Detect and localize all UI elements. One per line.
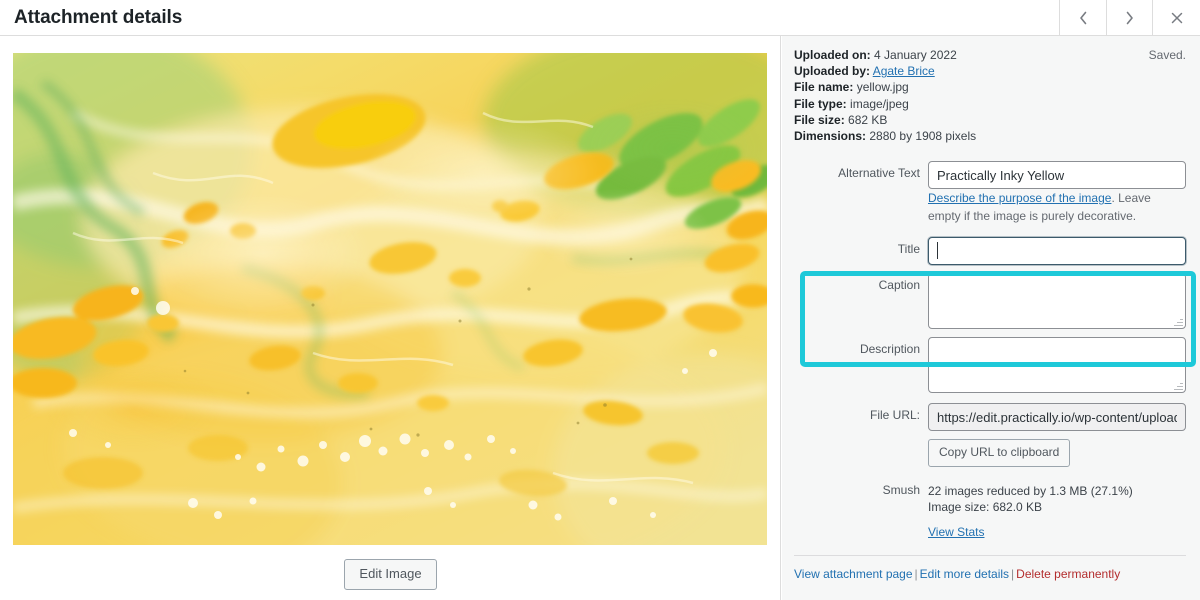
copy-url-button[interactable]: Copy URL to clipboard <box>928 439 1071 467</box>
edit-image-button[interactable]: Edit Image <box>344 559 437 590</box>
view-attachment-page-link[interactable]: View attachment page <box>794 567 913 581</box>
save-status: Saved. <box>1148 48 1186 62</box>
setting-smush: Smush 22 images reduced by 1.3 MB (27.1%… <box>794 483 1186 541</box>
uploaded-by-row: Uploaded by: Agate Brice <box>794 64 1186 79</box>
file-type-value: image/jpeg <box>850 96 909 111</box>
title-label: Title <box>897 242 920 257</box>
file-size-value: 682 KB <box>848 112 888 127</box>
file-type-row: File type: image/jpeg <box>794 97 1186 112</box>
uploaded-on-row: Uploaded on: 4 January 2022 <box>794 48 1186 63</box>
modal-header: Attachment details <box>0 0 1200 36</box>
attachment-details-modal: Attachment details Edit Image Saved. Upl… <box>0 0 1200 600</box>
alt-text-help: Describe the purpose of the image. Leave… <box>928 191 1151 223</box>
dimensions-row: Dimensions: 2880 by 1908 pixels <box>794 129 1186 144</box>
describe-purpose-link[interactable]: Describe the purpose of the image <box>928 191 1111 205</box>
close-modal-button[interactable] <box>1153 0 1200 35</box>
file-type-label: File type: <box>794 96 847 111</box>
description-label: Description <box>859 342 920 357</box>
attachment-preview-image <box>13 53 767 545</box>
action-separator: | <box>914 566 918 581</box>
file-name-row: File name: yellow.jpg <box>794 80 1186 95</box>
alt-text-label: Alternative Text <box>838 166 920 181</box>
setting-caption: Caption <box>794 273 1186 330</box>
caption-textarea[interactable] <box>928 273 1186 330</box>
setting-title: Title <box>794 237 1186 266</box>
attachment-settings: Alternative Text Describe the purpose of… <box>782 161 1200 540</box>
view-stats-link[interactable]: View Stats <box>928 525 984 539</box>
file-name-label: File name: <box>794 80 854 95</box>
title-input[interactable] <box>928 237 1186 266</box>
uploaded-by-label: Uploaded by: <box>794 64 871 79</box>
uploaded-by-link[interactable]: Agate Brice <box>873 64 935 78</box>
page-title: Attachment details <box>14 7 183 28</box>
fluid-art-artwork <box>13 53 767 545</box>
attachment-actions: View attachment page | Edit more details | D… <box>782 556 1200 583</box>
dimensions-value: 2880 by 1908 pixels <box>869 129 977 144</box>
uploaded-on-value: 4 January 2022 <box>874 48 957 62</box>
description-textarea[interactable] <box>928 337 1186 394</box>
delete-permanently-link[interactable]: Delete permanently <box>1016 567 1120 581</box>
edit-more-details-link[interactable]: Edit more details <box>920 567 1009 581</box>
attachment-media-view: Edit Image <box>0 36 781 600</box>
chevron-right-icon <box>1123 10 1136 26</box>
file-name-value: yellow.jpg <box>856 80 909 95</box>
previous-attachment-button[interactable] <box>1059 0 1106 35</box>
file-size-label: File size: <box>794 112 845 127</box>
smush-label: Smush <box>882 482 920 497</box>
smush-image-size: Image size: 682.0 KB <box>928 499 1043 514</box>
attachment-info-panel: Saved. Uploaded on: 4 January 2022 Uploa… <box>782 36 1200 600</box>
header-button-group <box>1059 0 1200 35</box>
alt-text-input[interactable] <box>928 161 1186 190</box>
file-url-input[interactable] <box>928 403 1186 432</box>
attachment-metadata: Saved. Uploaded on: 4 January 2022 Uploa… <box>782 36 1200 147</box>
file-size-row: File size: 682 KB <box>794 113 1186 128</box>
uploaded-on-label: Uploaded on: <box>794 48 871 62</box>
chevron-left-icon <box>1077 10 1090 26</box>
dimensions-label: Dimensions: <box>794 129 867 144</box>
smush-summary: 22 images reduced by 1.3 MB (27.1%) <box>928 483 1133 498</box>
setting-description: Description <box>794 337 1186 394</box>
file-url-label: File URL: <box>869 408 920 423</box>
close-icon <box>1170 11 1184 25</box>
caption-label: Caption <box>878 278 920 293</box>
setting-alt-text: Alternative Text Describe the purpose of… <box>794 161 1186 225</box>
text-cursor <box>937 242 938 260</box>
next-attachment-button[interactable] <box>1106 0 1153 35</box>
setting-file-url: File URL: Copy URL to clipboard <box>794 403 1186 467</box>
edit-attachment-actions: Edit Image <box>0 559 781 590</box>
